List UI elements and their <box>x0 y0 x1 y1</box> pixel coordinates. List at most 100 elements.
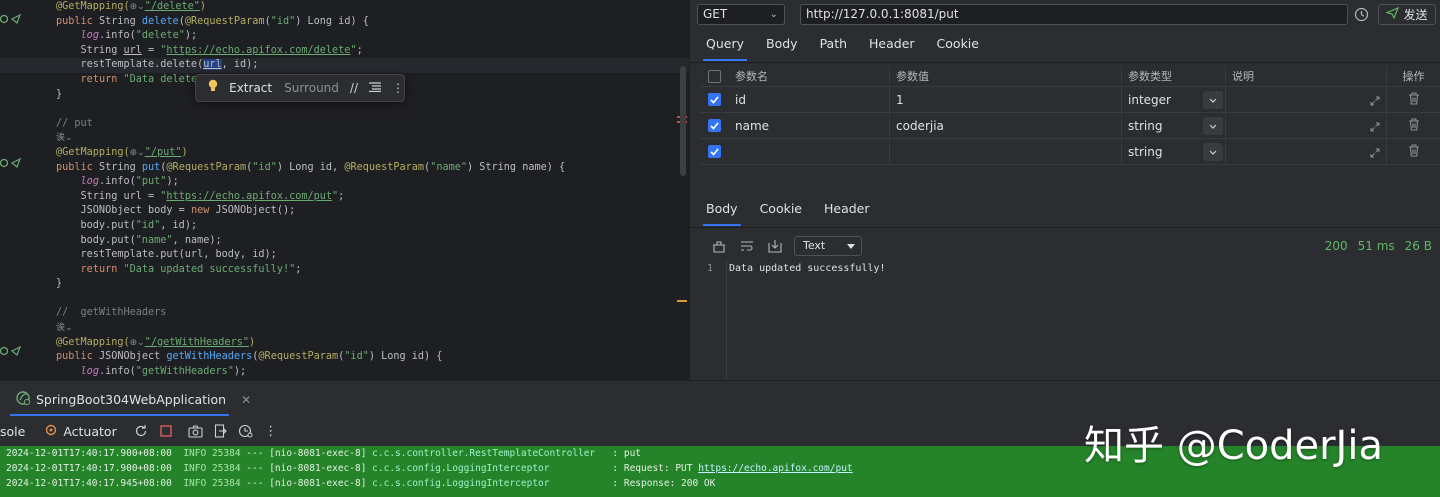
code-editor[interactable]: @GetMapping(⊕⌄"/delete") public String de… <box>0 0 689 380</box>
http-method-select[interactable]: GET ⌄ <box>697 4 785 25</box>
bulb-icon[interactable] <box>207 79 220 97</box>
param-type-select[interactable]: integer <box>1121 87 1225 112</box>
param-value-input[interactable]: coderjia <box>889 113 1121 138</box>
code-token: public <box>56 15 99 27</box>
code-line[interactable]: // getWithHeaders <box>56 306 675 321</box>
param-desc-input[interactable] <box>1225 139 1386 164</box>
run-config-tab[interactable]: SpringBoot304WebApplication ✕ <box>15 383 251 416</box>
more-vert-icon[interactable]: ⋮ <box>392 81 404 95</box>
divider <box>726 259 727 380</box>
delete-param-button[interactable] <box>1386 139 1440 164</box>
log-link[interactable]: https://echo.apifox.com/put <box>698 463 852 474</box>
code-line[interactable]: log.info("getWithHeaders"); <box>56 365 675 380</box>
param-name-input[interactable]: name <box>729 113 889 138</box>
editor-scrollbar[interactable] <box>680 66 686 176</box>
tab-response-body[interactable]: Body <box>698 194 746 226</box>
param-checkbox[interactable] <box>700 139 729 164</box>
line-number: 1 <box>707 263 714 274</box>
code-token: String url = <box>56 190 161 202</box>
param-name-input[interactable] <box>729 139 889 164</box>
param-type-select[interactable]: string <box>1121 139 1225 164</box>
param-desc-input[interactable] <box>1225 113 1386 138</box>
code-line[interactable]: // put <box>56 117 675 132</box>
download-icon[interactable] <box>766 237 784 255</box>
code-line[interactable]: } <box>56 277 675 292</box>
code-line[interactable] <box>56 292 675 307</box>
code-token: ); <box>166 176 179 188</box>
code-token: // put <box>56 117 93 129</box>
close-icon[interactable]: ✕ <box>241 393 251 407</box>
code-line[interactable]: public String delete(@RequestParam("id")… <box>56 15 675 30</box>
code-line[interactable]: @GetMapping(⊕⌄"/delete") <box>56 0 675 15</box>
code-line[interactable]: public JSONObject getWithHeaders(@Reques… <box>56 350 675 365</box>
response-toolbar: Text <box>710 236 862 256</box>
tab-path[interactable]: Path <box>812 29 855 59</box>
divider <box>690 227 1440 228</box>
code-line[interactable]: body.put("name", name); <box>56 234 675 249</box>
endpoint-gutter-icon[interactable] <box>0 345 22 357</box>
delete-param-button[interactable] <box>1386 87 1440 112</box>
code-line[interactable]: log.info("delete"); <box>56 29 675 44</box>
param-type-select[interactable]: string <box>1121 113 1225 138</box>
camera-icon[interactable] <box>188 423 204 439</box>
clear-icon[interactable] <box>710 237 728 255</box>
param-checkbox[interactable] <box>700 113 729 138</box>
param-value-input[interactable] <box>889 139 1121 164</box>
select-all-checkbox[interactable] <box>700 66 729 86</box>
expand-icon[interactable] <box>1370 147 1380 161</box>
param-value-input[interactable]: 1 <box>889 87 1121 112</box>
code-line[interactable]: body.put("id", id); <box>56 219 675 234</box>
code-line[interactable]: log.info("put"); <box>56 175 675 190</box>
code-line[interactable]: String url = "https://echo.apifox.com/pu… <box>56 190 675 205</box>
send-button[interactable]: 发送 <box>1378 4 1436 25</box>
tab-console[interactable]: sole <box>0 424 25 439</box>
surround-action[interactable]: Surround <box>284 81 339 95</box>
dump-icon[interactable] <box>238 423 254 439</box>
response-format-select[interactable]: Text <box>794 236 862 256</box>
endpoint-gutter-icon[interactable] <box>0 13 22 25</box>
code-token: "Data updated successfully!" <box>123 263 296 275</box>
delete-param-button[interactable] <box>1386 113 1440 138</box>
code-line[interactable]: JSONObject body = new JSONObject(); <box>56 204 675 219</box>
chevron-down-icon <box>1203 143 1223 161</box>
tab-header[interactable]: Header <box>861 29 923 59</box>
tab-query[interactable]: Query <box>698 29 752 61</box>
extract-action[interactable]: Extract <box>229 81 272 95</box>
code-line[interactable]: public String put(@RequestParam("id") Lo… <box>56 161 675 176</box>
code-line[interactable]: @GetMapping(⊕⌄"/getWithHeaders") <box>56 336 675 351</box>
code-line[interactable]: restTemplate.put(url, body, id); <box>56 248 675 263</box>
reformat-icon[interactable] <box>369 81 381 95</box>
expand-icon[interactable] <box>1370 95 1380 109</box>
more-vert-icon[interactable]: ⋮ <box>263 423 279 439</box>
chevron-down-icon <box>847 244 855 249</box>
param-name-input[interactable]: id <box>729 87 889 112</box>
code-line[interactable]: return "Data updated successfully!"; <box>56 263 675 278</box>
comment-icon[interactable]: // <box>350 81 358 95</box>
expand-icon[interactable] <box>1370 121 1380 135</box>
tab-body[interactable]: Body <box>758 29 806 59</box>
code-area[interactable]: @GetMapping(⊕⌄"/delete") public String de… <box>0 0 689 380</box>
code-line[interactable]: restTemplate.delete(url, id); <box>0 58 689 73</box>
response-body-viewer[interactable]: 1 Data updated successfully! <box>690 259 1440 380</box>
code-token: ) <box>181 146 188 158</box>
code-line[interactable]: @GetMapping(⊕⌄"/put") <box>56 146 675 161</box>
param-checkbox[interactable] <box>700 87 729 112</box>
tab-cookie[interactable]: Cookie <box>929 29 987 59</box>
code-line[interactable]: 诶⌄ <box>56 131 675 146</box>
endpoint-gutter-icon[interactable] <box>0 157 22 169</box>
code-line[interactable]: 诶⌄ <box>56 321 675 336</box>
code-line[interactable]: String url = "https://echo.apifox.com/de… <box>56 44 675 59</box>
url-input[interactable]: http://127.0.0.1:8081/put <box>800 4 1348 25</box>
param-desc-input[interactable] <box>1225 87 1386 112</box>
wrap-icon[interactable] <box>738 237 756 255</box>
exit-icon[interactable] <box>213 423 229 439</box>
code-line[interactable] <box>56 102 675 117</box>
history-icon[interactable] <box>1354 7 1369 22</box>
stop-icon[interactable] <box>158 423 174 439</box>
rerun-icon[interactable] <box>133 423 149 439</box>
tab-response-cookie[interactable]: Cookie <box>752 194 810 224</box>
code-token: ⊕⌄ <box>129 337 145 348</box>
tab-actuator[interactable]: Actuator <box>44 423 117 440</box>
tab-response-header[interactable]: Header <box>816 194 878 224</box>
